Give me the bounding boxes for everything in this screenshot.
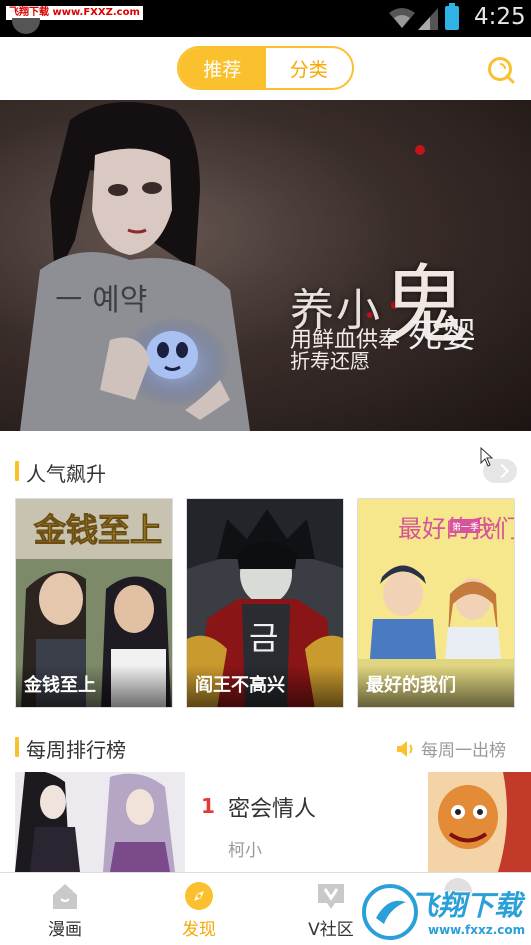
cover-number-text: 01 (483, 521, 497, 534)
status-bar: 飞翔下载 www.FXXZ.com 4:25 (0, 0, 531, 37)
comic-card-yanwang[interactable]: 금 阎王不高兴 (186, 498, 344, 708)
banner-subtitle-emphasis: 死婴 (408, 316, 477, 356)
comic-card-zuihao[interactable]: 最好的我们 第一季 01 最好的我们 (357, 498, 515, 708)
svg-text:ㅡ 예약: ㅡ 예약 (55, 283, 147, 318)
comic-card-title: 最好的我们 (358, 665, 514, 707)
comic-cover (15, 772, 185, 872)
rank-number: 1 (201, 794, 215, 818)
search-icon[interactable] (486, 55, 516, 85)
v-community-icon (318, 884, 344, 909)
compass-icon (185, 882, 213, 910)
weekly-schedule-text: 每周一出榜 (421, 741, 506, 761)
weekly-schedule-note: 每周一出榜 (396, 736, 506, 761)
tab-switcher: 推荐 分类 (177, 46, 354, 90)
ranking-cover (15, 772, 185, 872)
cover-title-text: 金钱至上 (33, 511, 162, 549)
watermark-brand: 飞翔下载 (410, 889, 523, 922)
tab-category[interactable]: 分类 (266, 48, 353, 88)
nav-label: 漫画 (48, 920, 82, 940)
comic-card-title: 阎王不高兴 (187, 665, 343, 707)
weekly-section-header: 每周排行榜 每周一出榜 (0, 727, 531, 767)
home-icon (53, 884, 77, 909)
notification-icon (12, 18, 40, 34)
popular-list: 金钱至上 金钱至上 금 阎王不高兴 最好的我们 (15, 498, 517, 708)
nav-item-comics[interactable]: 漫画 (10, 873, 120, 945)
section-accent-bar (15, 737, 19, 757)
popular-section-title: 人气飙升 (26, 462, 106, 486)
comic-cover (428, 772, 531, 872)
ranking-row[interactable]: 1 密会情人 柯小 (15, 772, 531, 872)
section-accent-bar (15, 461, 19, 481)
speaker-icon (397, 740, 413, 757)
watermark-url: www.fxxz.com (428, 923, 526, 937)
signal-icon (418, 8, 438, 30)
ranking-cover-secondary (428, 772, 531, 872)
battery-icon (445, 3, 459, 30)
rank-title: 密会情人 (228, 797, 317, 822)
cover-title-text: 금 (249, 619, 278, 657)
wifi-icon (389, 8, 415, 28)
tab-recommend[interactable]: 推荐 (179, 48, 266, 88)
top-header: 推荐 分类 (0, 37, 531, 100)
nav-item-discover[interactable]: 发现 (144, 873, 254, 945)
clock: 4:25 (474, 4, 526, 30)
nav-label: 发现 (182, 920, 216, 940)
featured-banner[interactable]: ㅡ 예약 养小鬼 用鲜血供奉 死婴 折寿还愿 (0, 100, 531, 431)
comic-card-jinqian[interactable]: 金钱至上 金钱至上 (15, 498, 173, 708)
cover-tag-text: 第一季 (452, 521, 479, 533)
banner-subtitle-2: 折寿还愿 (290, 349, 370, 373)
popular-section-header: 人气飙升 (0, 451, 531, 491)
rank-author: 柯小 (228, 841, 262, 861)
comic-card-title: 金钱至上 (16, 665, 172, 707)
mouse-cursor-icon (480, 447, 494, 467)
weekly-section-title: 每周排行榜 (26, 738, 126, 762)
